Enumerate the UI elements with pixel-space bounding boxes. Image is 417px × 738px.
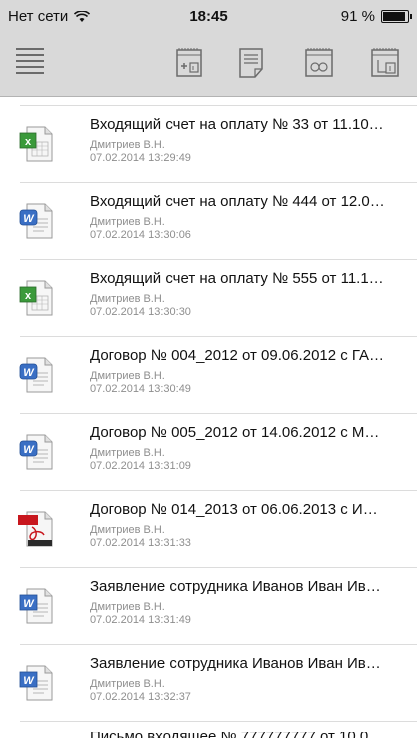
document-date: 07.02.2014 13:30:06 (90, 229, 191, 241)
list-item[interactable]: W Заявление сотрудника Иванов Иван Ив… Дми… (18, 645, 417, 722)
menu-icon-line (16, 48, 44, 50)
word-file-icon: W (18, 586, 56, 626)
list-item[interactable]: W Договор № 005_2012 от 14.06.2012 с М… Дм… (18, 414, 417, 491)
svg-text:x: x (25, 136, 32, 148)
document-title: Договор № 004_2012 от 09.06.2012 с ГА… (90, 347, 385, 364)
word-file-icon: W (18, 663, 56, 703)
document-title: Входящий счет на оплату № 33 от 11.10… (90, 116, 384, 133)
document-date: 07.02.2014 13:30:30 (90, 306, 191, 318)
menu-icon-line (16, 66, 44, 68)
list-item[interactable]: x Входящий счет на оплату № 33 от 11.10… Д… (18, 105, 417, 183)
battery-percent: 91 % (340, 8, 375, 25)
excel-file-icon: x (18, 124, 56, 164)
menu-icon-line (16, 72, 44, 74)
svg-text:W: W (23, 444, 35, 456)
list-item[interactable]: W Входящий счет на оплату № 444 от 12.0… Д… (18, 183, 417, 260)
svg-text:W: W (23, 675, 35, 687)
document-title: Входящий счет на оплату № 444 от 12.0… (90, 193, 385, 210)
status-bar: Нет сети 18:45 91 % (0, 0, 417, 34)
document-title: Входящий счет на оплату № 555 от 11.1… (90, 270, 384, 287)
word-file-icon: W (18, 432, 56, 472)
add-document-button[interactable] (172, 46, 206, 80)
excel-file-icon: x (18, 278, 56, 318)
document-date: 07.02.2014 13:29:49 (90, 152, 191, 164)
document-attach-button[interactable] (368, 46, 402, 80)
document-date: 07.02.2014 13:30:49 (90, 383, 191, 395)
svg-text:W: W (23, 367, 35, 379)
document-author: Дмитриев В.Н. (90, 216, 165, 228)
list-item[interactable]: x Входящий счет на оплату № 555 от 11.1… Д… (18, 260, 417, 337)
document-attach-icon (371, 48, 399, 77)
document-date: 07.02.2014 13:32:37 (90, 691, 191, 703)
menu-button[interactable] (16, 48, 44, 76)
status-right: 91 % (340, 8, 412, 25)
edit-document-button[interactable] (234, 46, 268, 80)
battery-fill (383, 12, 405, 21)
document-author: Дмитриев В.Н. (90, 370, 165, 382)
battery-icon (381, 10, 412, 23)
document-title: Договор № 005_2012 от 14.06.2012 с М… (90, 424, 380, 441)
document-date: 07.02.2014 13:31:09 (90, 460, 191, 472)
document-title: Заявление сотрудника Иванов Иван Ив… (90, 578, 381, 595)
svg-text:W: W (23, 213, 35, 225)
link-document-button[interactable] (302, 46, 336, 80)
pdf-file-icon (18, 509, 56, 549)
document-author: Дмитриев В.Н. (90, 524, 165, 536)
menu-icon-line (16, 54, 44, 56)
toolbar (0, 34, 417, 97)
svg-text:W: W (23, 598, 35, 610)
partial-list-item-title[interactable]: Письмо входящее № 777777777 от 10.0… (90, 732, 410, 738)
document-author: Дмитриев В.Н. (90, 293, 165, 305)
word-file-icon: W (18, 355, 56, 395)
document-date: 07.02.2014 13:31:49 (90, 614, 191, 626)
word-file-icon: W (18, 201, 56, 241)
svg-text:x: x (25, 290, 32, 302)
menu-icon-line (16, 60, 44, 62)
document-list: x Входящий счет на оплату № 33 от 11.10… Д… (0, 97, 417, 722)
list-item[interactable]: Договор № 014_2013 от 06.06.2013 с И… Дми… (18, 491, 417, 568)
document-author: Дмитриев В.Н. (90, 447, 165, 459)
document-author: Дмитриев В.Н. (90, 601, 165, 613)
link-document-icon (305, 48, 333, 77)
document-title: Договор № 014_2013 от 06.06.2013 с И… (90, 501, 378, 518)
edit-document-icon (239, 48, 263, 78)
document-date: 07.02.2014 13:31:33 (90, 537, 191, 549)
document-author: Дмитриев В.Н. (90, 678, 165, 690)
add-document-icon (176, 48, 202, 77)
document-title: Заявление сотрудника Иванов Иван Ив… (90, 655, 381, 672)
document-author: Дмитриев В.Н. (90, 139, 165, 151)
list-item[interactable]: W Заявление сотрудника Иванов Иван Ив… Дми… (18, 568, 417, 645)
list-item[interactable]: W Договор № 004_2012 от 09.06.2012 с ГА… Д… (18, 337, 417, 414)
